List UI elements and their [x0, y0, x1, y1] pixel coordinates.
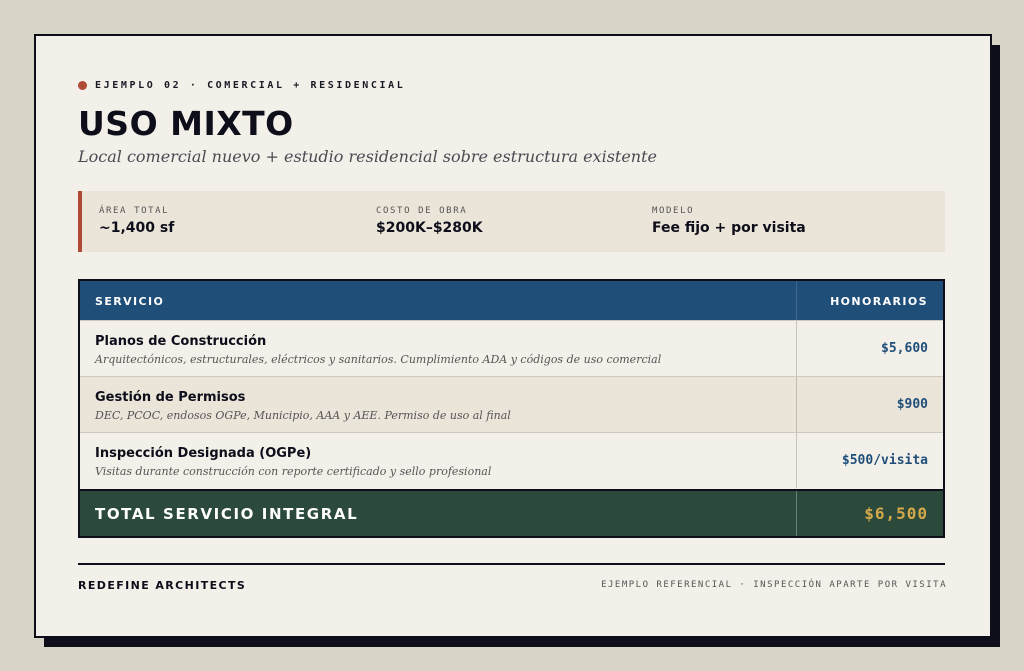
project-stats: ÁREA TOTAL ~1,400 sf COSTO DE OBRA $200K… [78, 191, 945, 252]
total-row: TOTAL SERVICIO INTEGRAL $6,500 [80, 489, 943, 536]
page-title: USO MIXTO [78, 104, 294, 143]
service-fee: $900 [896, 397, 928, 412]
footer-note: EJEMPLO REFERENCIAL · INSPECCIÓN APARTE … [601, 580, 947, 590]
column-divider [796, 281, 797, 320]
stat-value: ~1,400 sf [99, 220, 175, 236]
column-divider [796, 491, 797, 536]
column-divider [796, 377, 797, 432]
pricing-card: EJEMPLO 02 · COMERCIAL + RESIDENCIAL USO… [34, 34, 992, 638]
service-description: Arquitectónicos, estructurales, eléctric… [95, 353, 662, 366]
service-name: Planos de Construcción [95, 334, 267, 349]
service-fee: $5,600 [881, 341, 928, 356]
total-value: $6,500 [864, 504, 928, 523]
column-divider [796, 433, 797, 488]
footer-divider [78, 563, 945, 565]
stat-label: ÁREA TOTAL [99, 206, 170, 216]
accent-dot-icon [78, 81, 87, 90]
table-row: Planos de Construcción Arquitectónicos, … [80, 320, 943, 376]
fees-table: SERVICIO HONORARIOS Planos de Construcci… [78, 279, 945, 538]
service-name: Inspección Designada (OGPe) [95, 446, 312, 461]
stat-model: MODELO Fee fijo + por visita [652, 206, 806, 236]
service-name: Gestión de Permisos [95, 390, 246, 405]
table-row: Inspección Designada (OGPe) Visitas dura… [80, 432, 943, 488]
stat-cost: COSTO DE OBRA $200K–$280K [376, 206, 483, 236]
header-fees: HONORARIOS [830, 295, 928, 308]
table-row: Gestión de Permisos DEC, PCOC, endosos O… [80, 376, 943, 432]
service-description: Visitas durante construcción con reporte… [95, 465, 492, 478]
stat-label: COSTO DE OBRA [376, 206, 468, 216]
total-label: TOTAL SERVICIO INTEGRAL [95, 505, 359, 523]
header-service: SERVICIO [95, 295, 165, 308]
stat-area: ÁREA TOTAL ~1,400 sf [99, 206, 174, 236]
column-divider [796, 321, 797, 376]
table-header: SERVICIO HONORARIOS [80, 281, 943, 320]
page-subtitle: Local comercial nuevo + estudio residenc… [78, 147, 658, 166]
eyebrow-text: EJEMPLO 02 · COMERCIAL + RESIDENCIAL [95, 80, 406, 91]
service-fee: $500/visita [841, 453, 928, 468]
stat-label: MODELO [652, 206, 695, 216]
eyebrow: EJEMPLO 02 · COMERCIAL + RESIDENCIAL [78, 80, 405, 91]
stat-value: Fee fijo + por visita [652, 220, 806, 236]
stat-value: $200K–$280K [376, 220, 483, 236]
service-description: DEC, PCOC, endosos OGPe, Municipio, AAA … [95, 409, 511, 422]
brand-name: REDEFINE ARCHITECTS [78, 579, 247, 592]
